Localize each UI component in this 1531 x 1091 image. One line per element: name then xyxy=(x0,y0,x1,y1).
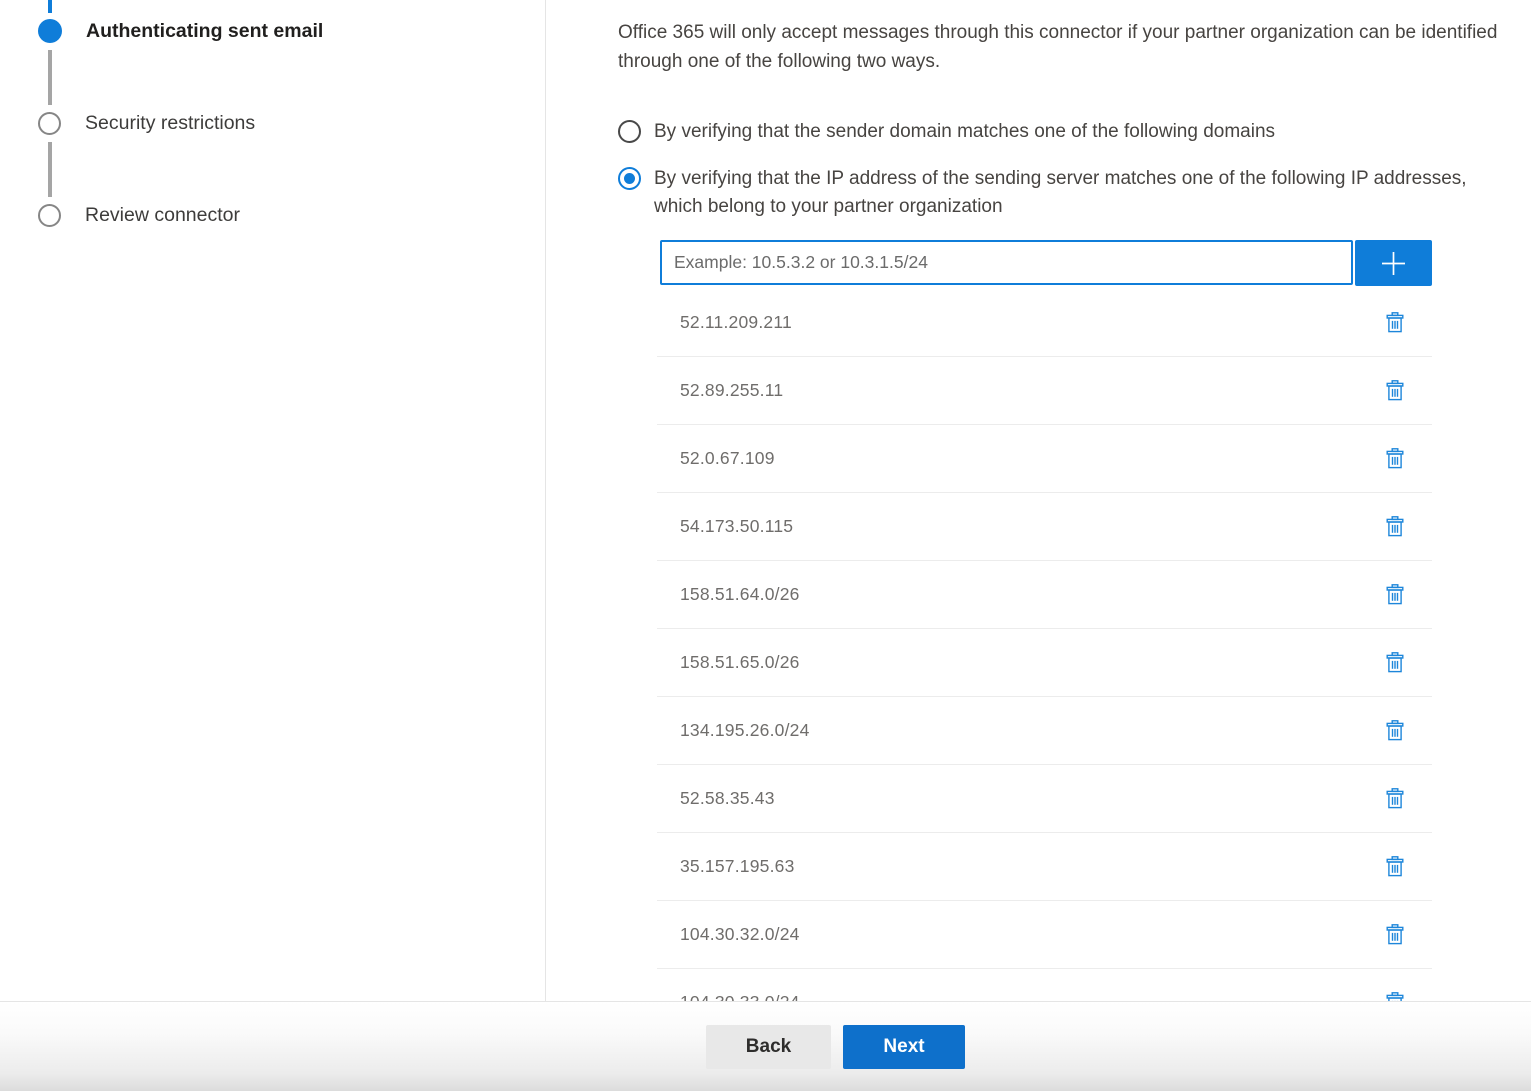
connector-wizard-page: Authenticating sent email Security restr… xyxy=(0,0,1531,1091)
step-connector-line-completed xyxy=(48,0,52,13)
step-state-icon xyxy=(38,112,61,135)
delete-ip-button[interactable] xyxy=(1384,446,1406,471)
radio-option[interactable]: By verifying that the sender domain matc… xyxy=(618,118,1523,146)
radio-option-label: By verifying that the IP address of the … xyxy=(654,165,1476,221)
ip-address-value: 158.51.64.0/26 xyxy=(680,584,800,605)
delete-ip-button[interactable] xyxy=(1384,786,1406,811)
step-connector-line xyxy=(48,142,52,197)
ip-address-value: 35.157.195.63 xyxy=(680,856,795,877)
ip-address-value: 52.89.255.11 xyxy=(680,380,783,401)
step-label: Security restrictions xyxy=(85,112,255,135)
verification-options-group: By verifying that the sender domain matc… xyxy=(618,118,1523,221)
wizard-step: Authenticating sent email xyxy=(38,19,323,43)
trash-icon xyxy=(1386,448,1404,469)
step-label: Review connector xyxy=(85,204,240,227)
intro-text: Office 365 will only accept messages thr… xyxy=(618,19,1523,76)
step-state-icon xyxy=(38,204,61,227)
delete-ip-button[interactable] xyxy=(1384,378,1406,403)
radio-option-label: By verifying that the sender domain matc… xyxy=(654,118,1275,146)
radio-selected-dot xyxy=(624,173,635,184)
ip-address-value: 52.58.35.43 xyxy=(680,788,775,809)
ip-address-row: 52.11.209.211 xyxy=(657,289,1432,357)
back-button[interactable]: Back xyxy=(706,1025,831,1069)
trash-icon xyxy=(1386,856,1404,877)
ip-address-row: 52.89.255.11 xyxy=(657,357,1432,425)
plus-icon xyxy=(1380,250,1407,277)
delete-ip-button[interactable] xyxy=(1384,310,1406,335)
trash-icon xyxy=(1386,652,1404,673)
ip-address-row: 54.173.50.115 xyxy=(657,493,1432,561)
ip-address-value: 134.195.26.0/24 xyxy=(680,720,810,741)
radio-option[interactable]: By verifying that the IP address of the … xyxy=(618,165,1523,221)
ip-address-row: 158.51.64.0/26 xyxy=(657,561,1432,629)
step-state-icon xyxy=(38,19,62,43)
wizard-step: Review connector xyxy=(38,204,240,227)
ip-address-value: 104.30.32.0/24 xyxy=(680,924,800,945)
trash-icon xyxy=(1386,516,1404,537)
wizard-steps-sidebar: Authenticating sent email Security restr… xyxy=(0,0,546,1001)
delete-ip-button[interactable] xyxy=(1384,718,1406,743)
ip-address-value: 54.173.50.115 xyxy=(680,516,793,537)
add-ip-button[interactable] xyxy=(1355,240,1432,286)
trash-icon xyxy=(1386,584,1404,605)
radio-button-icon[interactable] xyxy=(618,167,641,190)
ip-address-value: 52.11.209.211 xyxy=(680,312,792,333)
delete-ip-button[interactable] xyxy=(1384,582,1406,607)
step-label: Authenticating sent email xyxy=(86,20,323,43)
delete-ip-button[interactable] xyxy=(1384,922,1406,947)
wizard-footer: Back Next xyxy=(0,1001,1531,1091)
delete-ip-button[interactable] xyxy=(1384,514,1406,539)
delete-ip-button[interactable] xyxy=(1384,650,1406,675)
trash-icon xyxy=(1386,720,1404,741)
ip-address-row: 35.157.195.63 xyxy=(657,833,1432,901)
ip-address-value: 158.51.65.0/26 xyxy=(680,652,800,673)
step-connector-line xyxy=(48,50,52,105)
radio-button-icon[interactable] xyxy=(618,120,641,143)
wizard-step: Security restrictions xyxy=(38,112,255,135)
ip-address-row: 104.30.32.0/24 xyxy=(657,901,1432,969)
ip-address-row: 52.58.35.43 xyxy=(657,765,1432,833)
main-content: Office 365 will only accept messages thr… xyxy=(618,0,1523,1037)
ip-input-row xyxy=(660,240,1523,286)
trash-icon xyxy=(1386,924,1404,945)
ip-address-row: 158.51.65.0/26 xyxy=(657,629,1432,697)
trash-icon xyxy=(1386,312,1404,333)
ip-address-list: 52.11.209.211 52.89.255.11 xyxy=(657,289,1432,1037)
ip-address-row: 134.195.26.0/24 xyxy=(657,697,1432,765)
ip-address-value: 52.0.67.109 xyxy=(680,448,775,469)
ip-address-row: 52.0.67.109 xyxy=(657,425,1432,493)
ip-address-input[interactable] xyxy=(660,240,1353,285)
trash-icon xyxy=(1386,788,1404,809)
next-button[interactable]: Next xyxy=(843,1025,965,1069)
trash-icon xyxy=(1386,380,1404,401)
delete-ip-button[interactable] xyxy=(1384,854,1406,879)
